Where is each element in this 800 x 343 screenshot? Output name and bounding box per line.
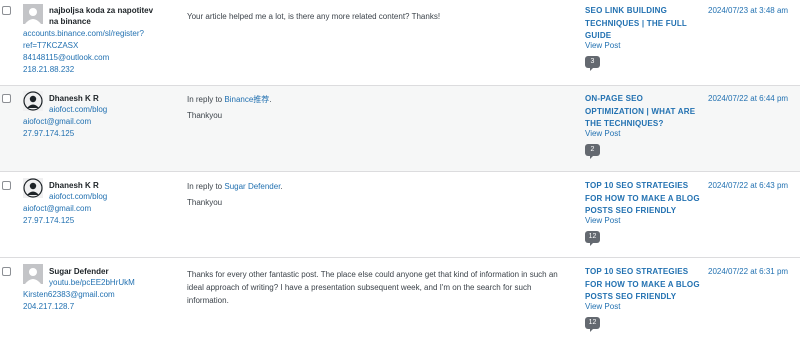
author-ip[interactable]: 204.217.128.7 [23,301,74,313]
author-email[interactable]: Kirsten62383@gmail.com [23,289,115,301]
author-name: Dhanesh K R [49,94,99,103]
author-email[interactable]: aiofoct@gmail.com [23,203,91,215]
author-email[interactable]: aiofoct@gmail.com [23,116,91,128]
in-reply-to: In reply to Sugar Defender. [187,180,567,193]
comment-date-link[interactable]: 2024/07/22 at 6:44 pm [708,93,788,105]
author-name: najboljsa koda za napotitev na binance [49,6,154,26]
comment-row: Dhanesh K R aiofoct.com/blog aiofoct@gma… [0,172,800,258]
author-url[interactable]: aiofoct.com/blog [49,104,107,116]
author-url[interactable]: accounts.binance.com/sl/register? [23,28,144,40]
comment-count-bubble[interactable]: 12 [585,317,600,332]
view-post-link[interactable]: View Post [585,129,620,139]
in-reply-to-suffix: . [269,95,272,104]
post-title-link[interactable]: TOP 10 SEO STRATEGIES FOR HOW TO MAKE A … [585,266,703,304]
post-title-link[interactable]: ON-PAGE SEO OPTIMIZATION | WHAT ARE THE … [585,93,703,131]
post-title-link[interactable]: SEO LINK BUILDING TECHNIQUES | THE FULL … [585,5,703,43]
author-ip[interactable]: 218.21.88.232 [23,64,74,76]
comment-count-bubble[interactable]: 2 [585,144,600,159]
author-url[interactable]: aiofoct.com/blog [49,191,107,203]
author-ip[interactable]: 27.97.174.125 [23,128,74,140]
comment-text: Thanks for every other fantastic post. T… [187,270,558,305]
in-reply-to-prefix: In reply to [187,95,223,104]
author-name: Dhanesh K R [49,181,99,190]
in-reply-to-suffix: . [280,182,283,191]
view-post-link[interactable]: View Post [585,41,620,51]
in-reply-to-link[interactable]: Sugar Defender [224,182,280,191]
comment-row: Sugar Defender youtu.be/pcEE2bHrUkM Kirs… [0,258,800,343]
author-name: Sugar Defender [49,267,109,276]
comment-text: Thankyou [187,111,223,120]
in-reply-to-prefix: In reply to [187,182,223,191]
row-checkbox[interactable] [2,94,11,103]
comment-count-bubble[interactable]: 3 [585,56,600,71]
in-reply-to: In reply to Binance推荐. [187,93,567,106]
row-checkbox[interactable] [2,267,11,276]
comment-date-link[interactable]: 2024/07/23 at 3:48 am [708,5,788,17]
comment-text: Your article helped me a lot, is there a… [187,12,441,21]
comment-date-link[interactable]: 2024/07/22 at 6:31 pm [708,266,788,278]
author-url-continued[interactable]: ref=T7KCZASX [23,40,78,52]
photo-avatar-icon [23,178,43,198]
author-email[interactable]: 84148115@outlook.com [23,52,109,64]
photo-avatar-icon [23,91,43,111]
post-title-link[interactable]: TOP 10 SEO STRATEGIES FOR HOW TO MAKE A … [585,180,703,218]
row-checkbox[interactable] [2,181,11,190]
view-post-link[interactable]: View Post [585,302,620,312]
comment-count-bubble[interactable]: 12 [585,231,600,246]
in-reply-to-link[interactable]: Binance推荐 [224,95,269,104]
comment-text: Thankyou [187,198,223,207]
row-checkbox[interactable] [2,6,11,15]
author-ip[interactable]: 27.97.174.125 [23,215,74,227]
view-post-link[interactable]: View Post [585,216,620,226]
comment-date-link[interactable]: 2024/07/22 at 6:43 pm [708,180,788,192]
comment-row: Dhanesh K R aiofoct.com/blog aiofoct@gma… [0,86,800,172]
author-url[interactable]: youtu.be/pcEE2bHrUkM [49,277,135,289]
comment-row: najboljsa koda za napotitev na binance a… [0,0,800,86]
default-avatar-icon [23,264,43,284]
default-avatar-icon [23,4,43,24]
